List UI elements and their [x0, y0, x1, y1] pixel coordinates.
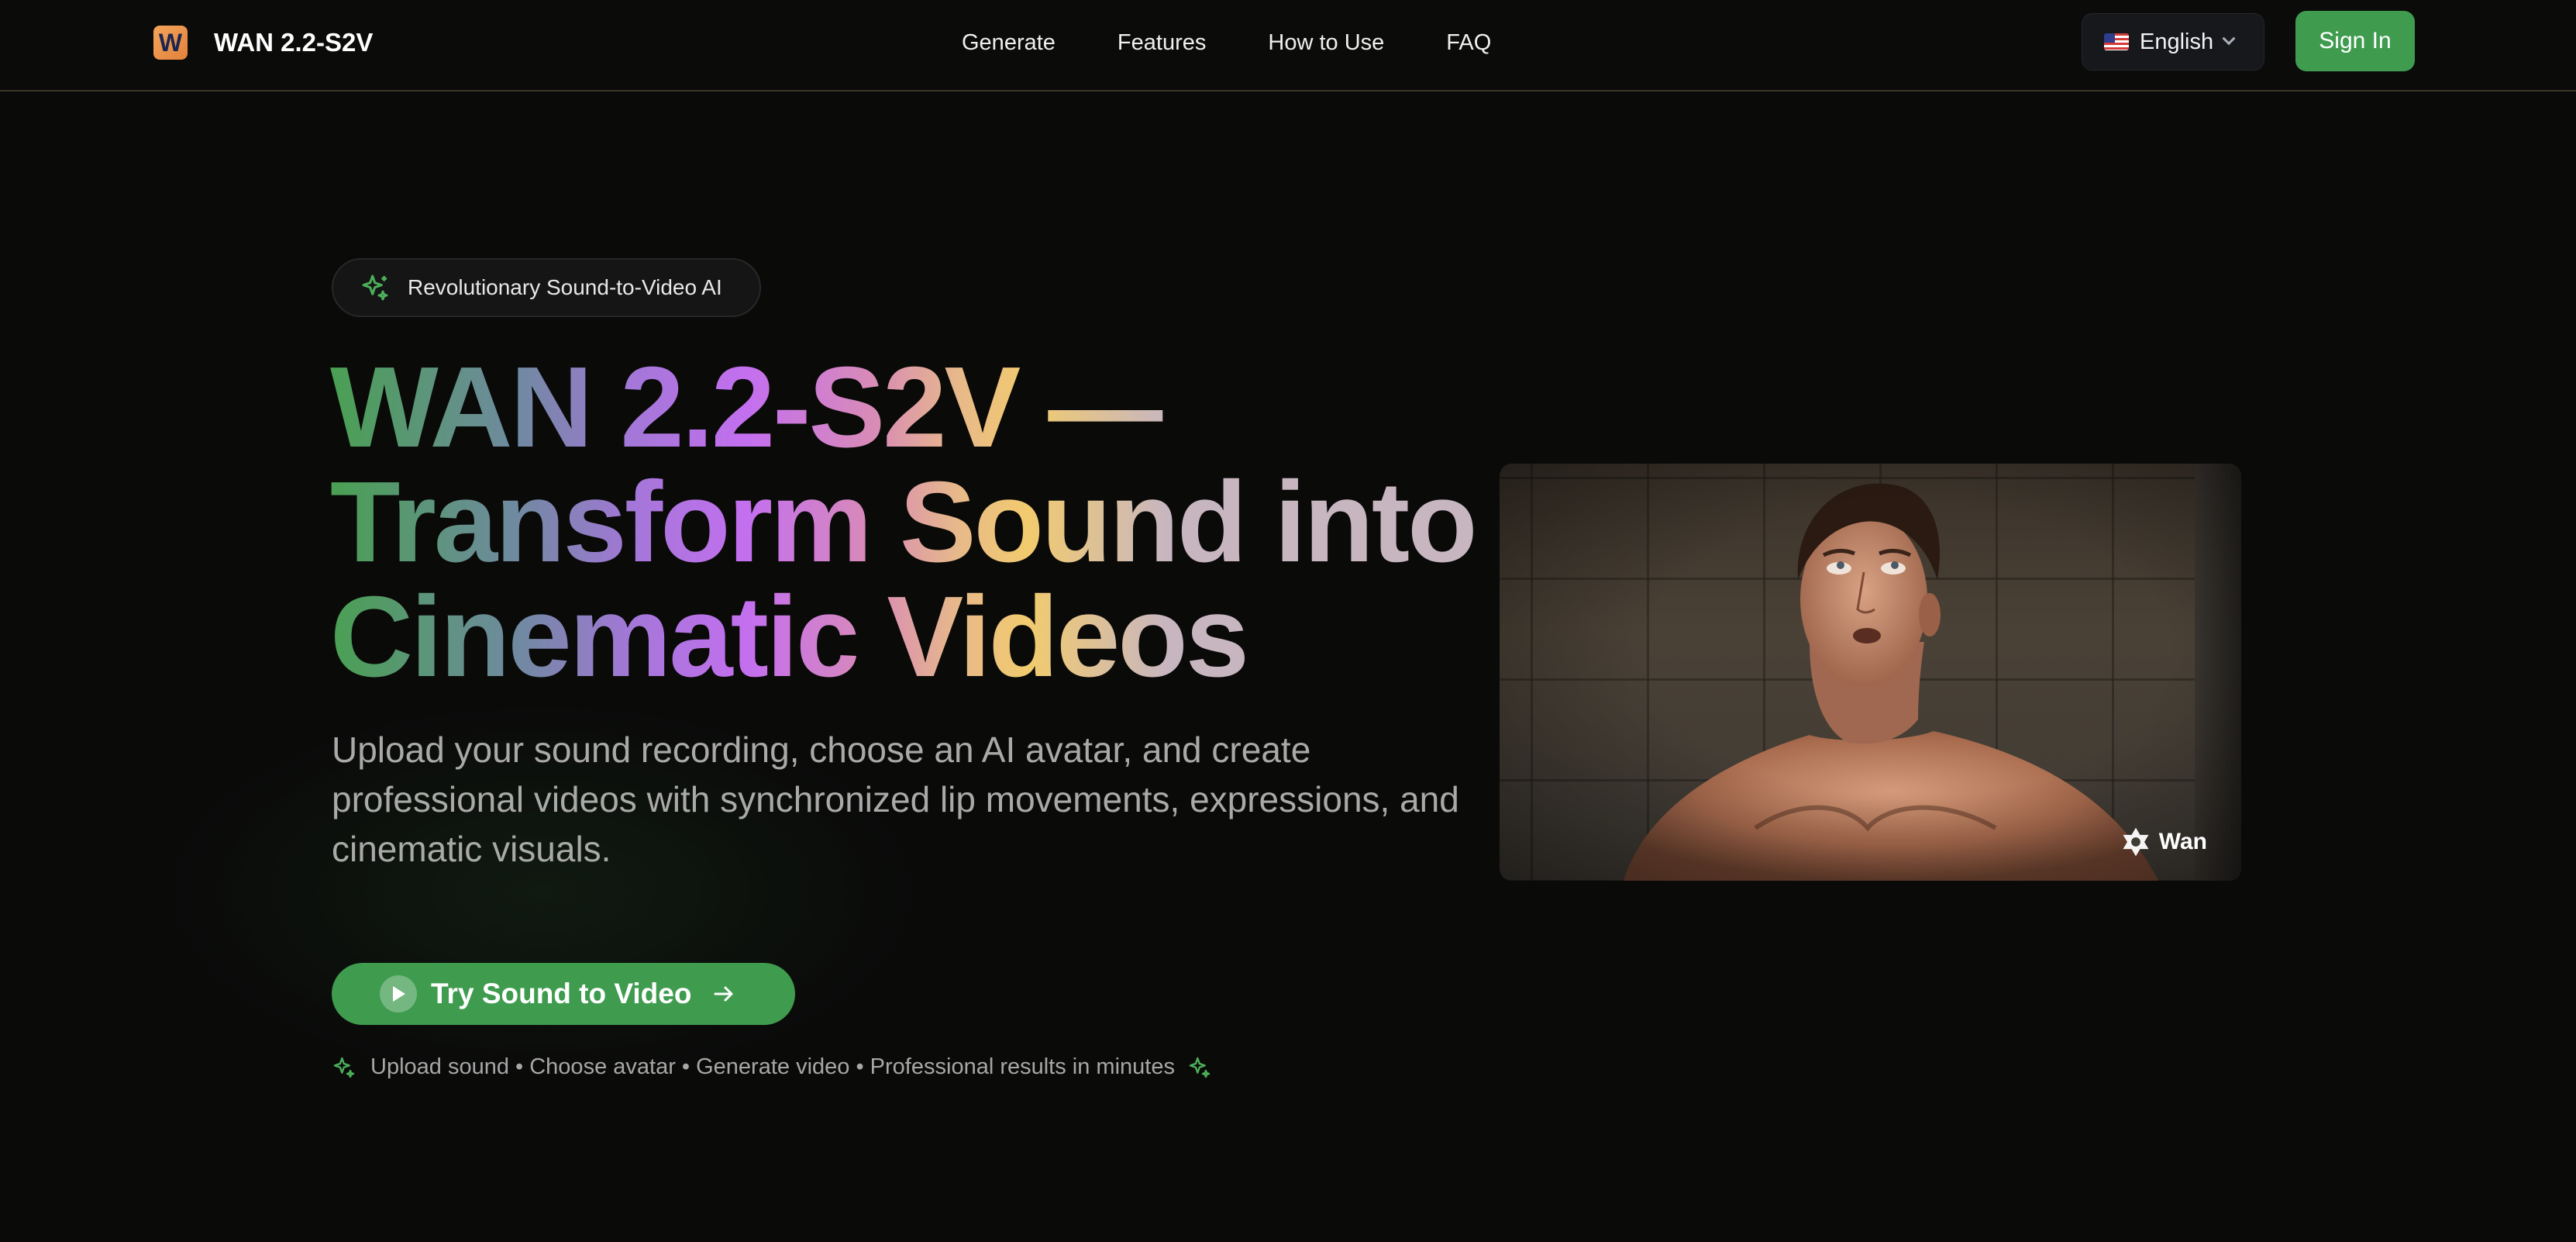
wan-watermark-text: Wan: [2158, 829, 2207, 854]
headline-line-3: Cinematic Videos: [330, 573, 1248, 701]
language-selector[interactable]: English: [2082, 13, 2264, 71]
steps-text: Upload sound • Choose avatar • Generate …: [370, 1054, 1175, 1079]
play-icon: [380, 975, 417, 1013]
sparkle-icon: [332, 1055, 356, 1080]
badge-text: Revolutionary Sound-to-Video AI: [408, 275, 722, 299]
hero-headline: WAN 2.2-S2V — Transform Sound into Cinem…: [330, 350, 1493, 695]
wan-logo-icon: [2123, 827, 2149, 857]
headline-line-2: Transform Sound into: [330, 458, 1476, 586]
sparkle-icon: [362, 274, 388, 301]
sign-in-button[interactable]: Sign In: [2295, 11, 2415, 71]
video-vignette: [1500, 464, 2241, 881]
wan-watermark: Wan: [2119, 825, 2207, 859]
demo-video[interactable]: Wan: [1500, 464, 2241, 881]
hero-subtitle: Upload your sound recording, choose an A…: [332, 730, 1459, 869]
nav-faq[interactable]: FAQ: [1446, 26, 1491, 59]
logo-letter: W: [158, 28, 183, 57]
sparkle-icon: [1187, 1055, 1212, 1080]
nav-how-to-use[interactable]: How to Use: [1268, 26, 1384, 59]
try-sound-to-video-button[interactable]: Try Sound to Video: [332, 963, 795, 1025]
main-nav: Generate Features How to Use FAQ: [962, 26, 1553, 59]
brand-name[interactable]: WAN 2.2-S2V: [214, 26, 373, 59]
steps-line: Upload sound • Choose avatar • Generate …: [332, 1054, 1212, 1080]
cta-label: Try Sound to Video: [431, 978, 692, 1009]
arrow-right-icon: [713, 985, 735, 1003]
logo-icon[interactable]: W: [153, 26, 188, 60]
headline-line-1: WAN 2.2-S2V —: [330, 343, 1161, 471]
language-label: English: [2140, 29, 2214, 54]
top-navigation-bar: W WAN 2.2-S2V Generate Features How to U…: [0, 0, 2576, 91]
us-flag-icon: [2104, 33, 2129, 50]
chevron-down-icon: [2222, 32, 2236, 46]
nav-generate[interactable]: Generate: [962, 26, 1056, 59]
nav-features[interactable]: Features: [1118, 26, 1206, 59]
hero-badge: Revolutionary Sound-to-Video AI: [332, 258, 761, 317]
